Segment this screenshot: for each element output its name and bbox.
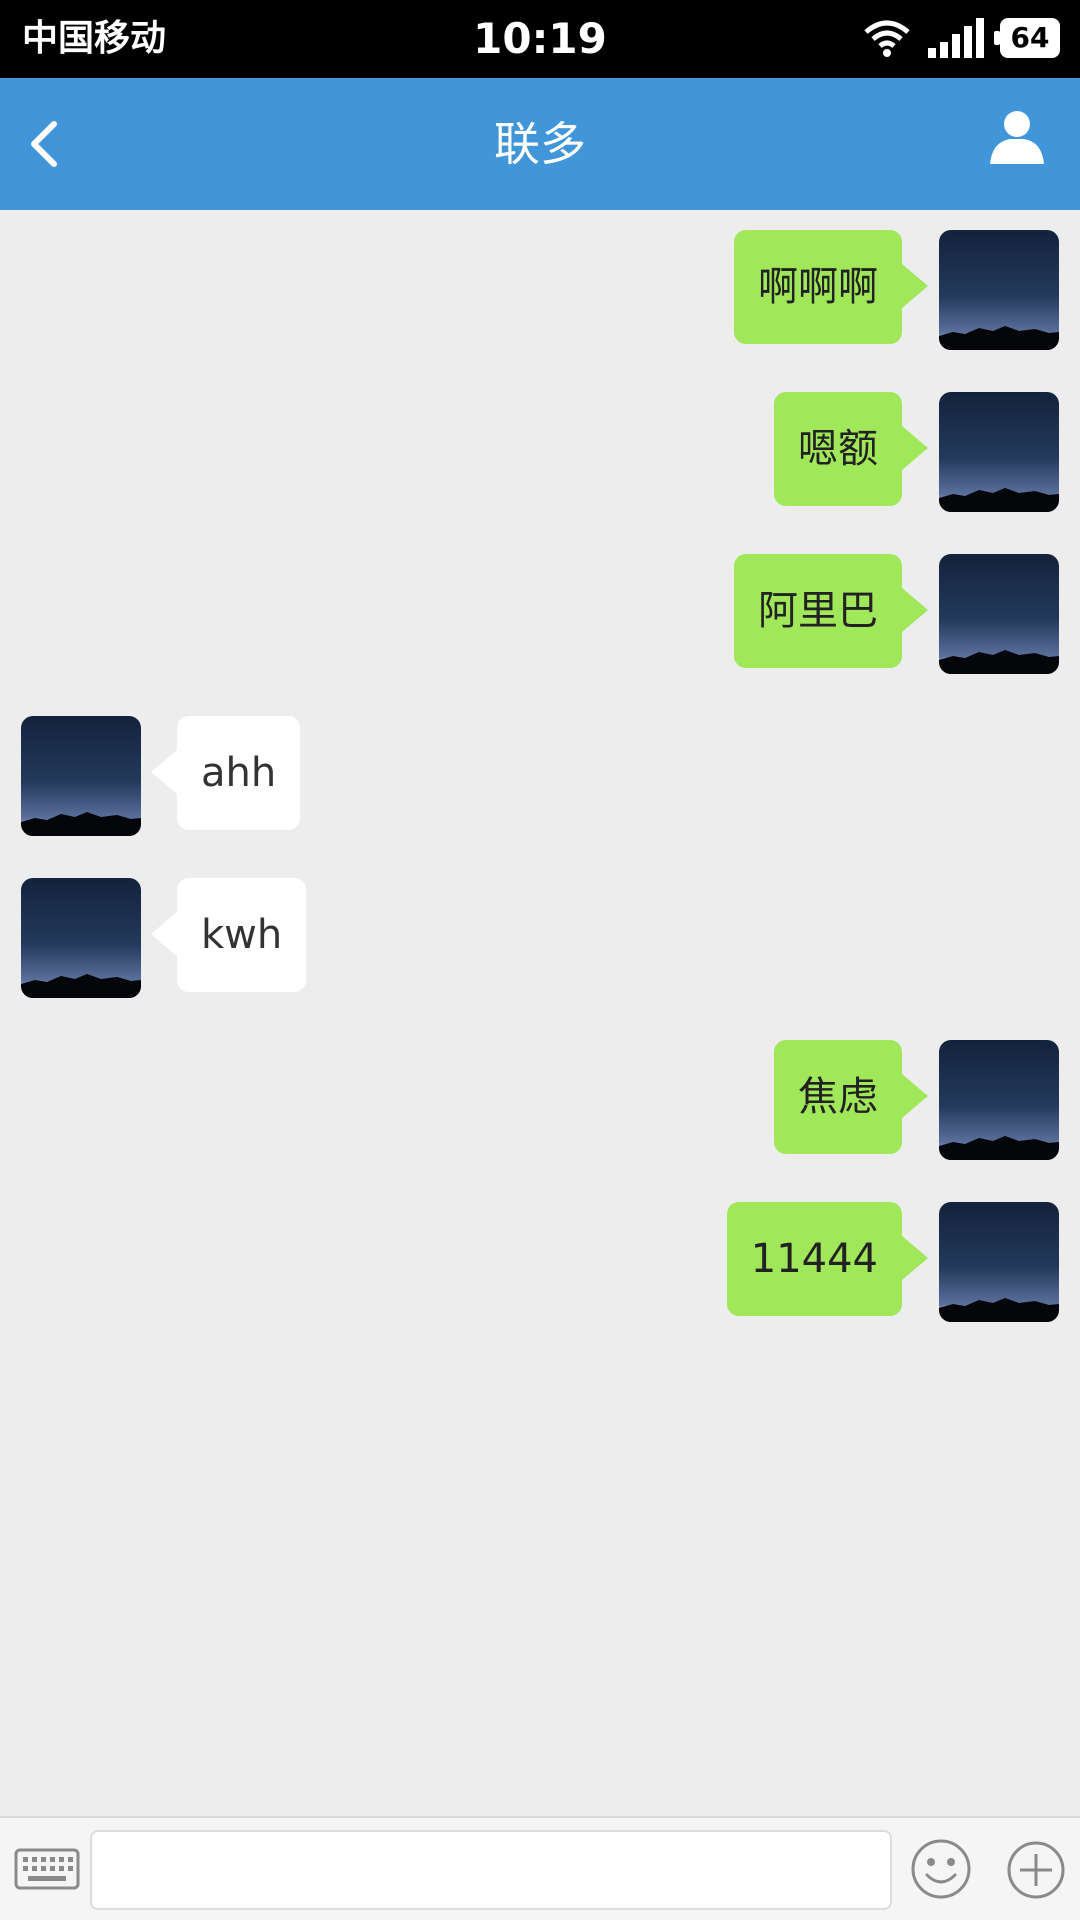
message-row: ahh: [0, 716, 1080, 836]
message-bubble[interactable]: 焦虑: [774, 1040, 928, 1154]
user-icon[interactable]: [988, 108, 1046, 166]
avatar[interactable]: [939, 1040, 1059, 1160]
avatar[interactable]: [939, 554, 1059, 674]
status-time: 10:19: [473, 14, 607, 63]
message-bubble[interactable]: 嗯额: [774, 392, 928, 506]
wifi-icon: [864, 20, 910, 57]
message-row: kwh: [0, 878, 1080, 998]
input-bar: [0, 1816, 1080, 1920]
avatar[interactable]: [939, 1202, 1059, 1322]
smiley-icon[interactable]: [910, 1838, 972, 1900]
message-bubble[interactable]: 啊啊啊: [734, 230, 928, 344]
avatar[interactable]: [21, 716, 141, 836]
message-bubble[interactable]: kwh: [150, 878, 307, 992]
signal-icon: [928, 18, 984, 58]
status-bar: 中国移动 10:19 64: [0, 0, 1080, 78]
message-bubble[interactable]: 阿里巴: [734, 554, 928, 668]
keyboard-icon[interactable]: [14, 1848, 80, 1892]
avatar[interactable]: [939, 392, 1059, 512]
message-input[interactable]: [90, 1830, 892, 1910]
avatar[interactable]: [939, 230, 1059, 350]
nav-bar: 联多: [0, 78, 1080, 210]
message-row: 嗯额: [0, 392, 1080, 512]
message-bubble[interactable]: ahh: [150, 716, 301, 830]
message-row: 焦虑: [0, 1040, 1080, 1160]
plus-circle-icon[interactable]: [1006, 1840, 1066, 1900]
chevron-left-icon[interactable]: [18, 116, 74, 172]
avatar[interactable]: [21, 878, 141, 998]
message-row: 阿里巴: [0, 554, 1080, 674]
message-row: 啊啊啊: [0, 230, 1080, 350]
page-title: 联多: [494, 117, 586, 171]
battery-level: 64: [1010, 21, 1050, 54]
message-bubble[interactable]: 11444: [726, 1202, 929, 1316]
battery-indicator: 64: [994, 18, 1060, 58]
chat-area[interactable]: 啊啊啊 嗯额 阿里巴 ahh kwh 焦虑 11444: [0, 210, 1080, 1816]
message-row: 11444: [0, 1202, 1080, 1322]
